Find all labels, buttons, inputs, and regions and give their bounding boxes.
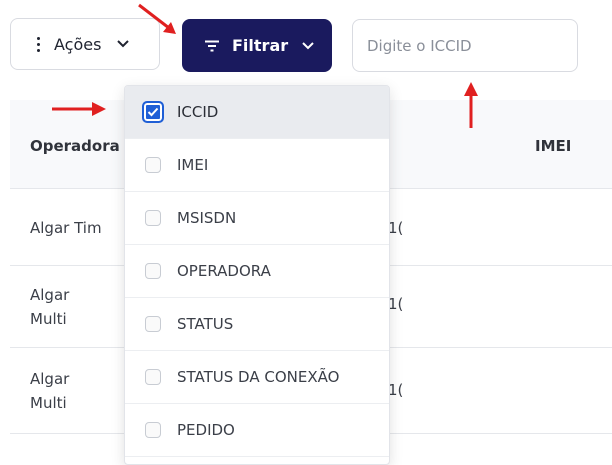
filter-option-iccid[interactable]: ICCID xyxy=(125,86,389,139)
kebab-vertical-icon xyxy=(37,36,40,52)
chevron-down-icon xyxy=(117,40,130,48)
filter-option-imei[interactable]: IMEI xyxy=(125,139,389,192)
filter-option-operadora[interactable]: OPERADORA xyxy=(125,245,389,298)
column-header-operadora[interactable]: Operadora xyxy=(30,137,120,155)
cell-operadora: Algar Multi xyxy=(30,286,70,328)
actions-label: Ações xyxy=(54,34,102,54)
filter-label: Filtrar xyxy=(232,36,289,55)
checkbox[interactable] xyxy=(145,210,161,226)
checkbox[interactable] xyxy=(145,263,161,279)
filter-option-label: OPERADORA xyxy=(177,262,271,280)
checkbox[interactable] xyxy=(145,316,161,332)
checkmark-icon xyxy=(147,107,159,117)
filter-option-label: STATUS xyxy=(177,315,234,333)
cell-operadora: Algar Tim xyxy=(30,219,102,237)
iccid-search-input[interactable] xyxy=(352,19,578,72)
filter-option-label: ICCID xyxy=(177,103,219,121)
column-header-imei[interactable]: IMEI xyxy=(535,137,571,155)
filter-option-label: MSISDN xyxy=(177,209,237,227)
checkbox[interactable] xyxy=(145,157,161,173)
filter-option-status[interactable]: STATUS xyxy=(125,298,389,351)
annotation-arrow-icon xyxy=(52,102,106,116)
filter-dropdown-menu: ICCID IMEI MSISDN OPERADORA STATUS STATU… xyxy=(124,85,390,465)
cell-operadora: Algar Multi xyxy=(30,370,70,412)
filter-lines-icon xyxy=(205,40,219,51)
checkbox[interactable] xyxy=(145,422,161,438)
filter-option-label: STATUS DA CONEXÃO xyxy=(177,368,340,386)
annotation-arrow-icon xyxy=(138,3,176,34)
cell-partial: 1( xyxy=(388,381,404,399)
annotation-arrow-icon xyxy=(464,82,478,128)
checkbox[interactable] xyxy=(145,369,161,385)
filter-option-label: IMEI xyxy=(177,156,209,174)
checkbox-checked[interactable] xyxy=(142,101,164,123)
filter-option-pedido[interactable]: PEDIDO xyxy=(125,404,389,457)
filter-option-label: PEDIDO xyxy=(177,421,235,439)
chevron-down-icon xyxy=(302,41,314,49)
filter-button[interactable]: Filtrar xyxy=(182,19,332,72)
cell-partial: 1( xyxy=(388,219,404,237)
filter-option-msisdn[interactable]: MSISDN xyxy=(125,192,389,245)
filter-option-status-conexao[interactable]: STATUS DA CONEXÃO xyxy=(125,351,389,404)
cell-partial: 1( xyxy=(388,295,404,313)
